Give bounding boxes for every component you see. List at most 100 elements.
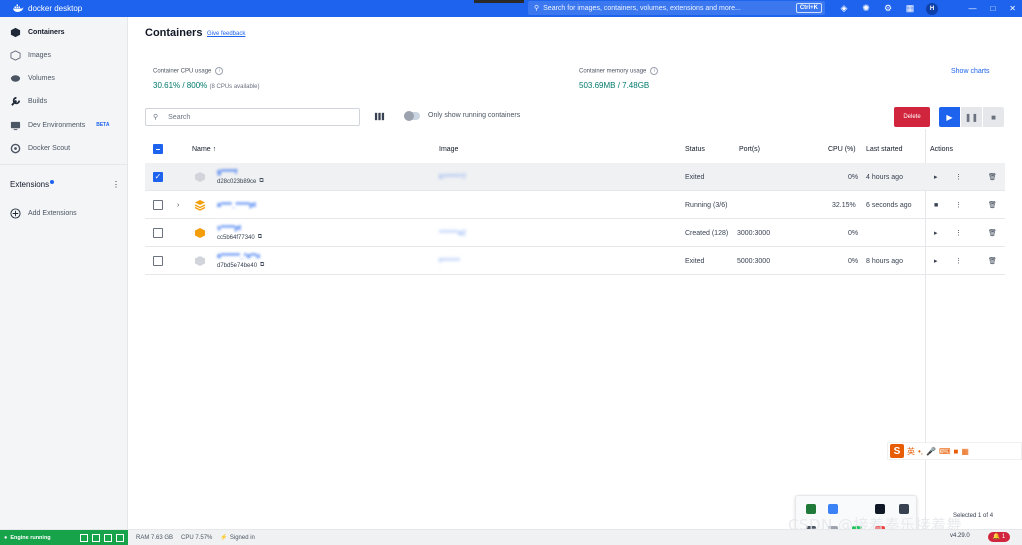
sidebar-divider [0, 164, 128, 165]
copy-icon[interactable]: ⧉ [258, 234, 262, 241]
tray-app-icon[interactable] [828, 504, 838, 514]
row-stop-icon[interactable]: ■ [934, 191, 938, 219]
engine-pause-icon[interactable] [92, 533, 100, 542]
ime-tools-icon[interactable]: ▦ [961, 447, 969, 456]
copy-icon[interactable]: ⧉ [260, 262, 264, 269]
ime-toolbar[interactable]: S 英 •, 🎤 ⌨ ■ ▦ [887, 442, 1022, 460]
settings-gear-icon[interactable]: ⚙ [882, 3, 894, 15]
start-button[interactable]: ▶ [939, 107, 960, 127]
extensions-more-icon[interactable]: ⋮ [112, 180, 120, 189]
avatar[interactable]: H [926, 2, 938, 15]
ime-language[interactable]: 英 [907, 446, 915, 457]
info-icon[interactable]: i [215, 67, 224, 75]
sidebar-item-builds[interactable]: Builds [0, 91, 128, 111]
column-header-name[interactable]: Name ↑ [192, 137, 216, 161]
container-name-link[interactable]: a*******_*a**u [217, 253, 264, 260]
table-row[interactable]: s*****pt cc5b64f77340 ⧉ *******a2 Created… [145, 219, 1005, 247]
sidebar-item-label: Builds [28, 97, 48, 105]
tray-app-icon[interactable] [806, 504, 816, 514]
notifications-badge[interactable]: 🔔 1 [988, 532, 1010, 542]
only-running-toggle[interactable] [404, 111, 420, 121]
sidebar-item-dev-environments[interactable]: Dev Environments BETA [0, 115, 128, 135]
dev-environments-icon [10, 121, 21, 130]
column-header-image[interactable]: Image [439, 137, 458, 161]
engine-play-icon[interactable] [80, 533, 88, 542]
add-circle-icon [10, 207, 21, 219]
sidebar-item-label: Dev Environments [28, 121, 86, 129]
sidebar-item-volumes[interactable]: Volumes [0, 68, 128, 88]
maximize-icon[interactable]: □ [990, 4, 995, 13]
row-more-icon[interactable]: ⋮ [955, 191, 962, 219]
container-grey-icon [194, 247, 206, 275]
container-id: cc5b64f77340 [217, 234, 255, 241]
row-checkbox[interactable] [153, 219, 163, 247]
add-extensions-button[interactable]: Add Extensions [0, 203, 128, 223]
row-checkbox[interactable] [153, 191, 163, 219]
container-name-link[interactable]: g*****f [217, 169, 264, 176]
ports-link[interactable]: 5000:3000 [737, 247, 770, 275]
columns-icon[interactable] [374, 111, 385, 122]
row-delete-icon[interactable]: 🗑 [988, 219, 997, 247]
global-search-input[interactable]: ⚲ Search for images, containers, volumes… [528, 1, 825, 15]
row-more-icon[interactable]: ⋮ [955, 163, 962, 191]
container-name-link[interactable]: s*****pt [217, 225, 262, 232]
sidebar-item-images[interactable]: Images [0, 45, 128, 65]
info-icon[interactable]: i [650, 67, 659, 75]
close-icon[interactable]: ✕ [1009, 4, 1016, 13]
version-label: v4.29.0 [950, 533, 970, 539]
delete-button[interactable]: Delete [894, 107, 930, 127]
select-all-checkbox[interactable] [153, 137, 163, 161]
container-name-link[interactable]: a****_*****pt [217, 202, 256, 209]
expand-chevron-icon[interactable]: › [177, 191, 179, 219]
image-link[interactable]: f******* [439, 258, 460, 265]
row-more-icon[interactable]: ⋮ [955, 247, 962, 275]
extensions-bug-icon[interactable]: ✺ [860, 3, 872, 15]
column-header-last-started[interactable]: Last started [866, 137, 903, 161]
tray-app-icon[interactable] [875, 504, 885, 514]
stop-button[interactable]: ■ [983, 107, 1004, 127]
ports-link[interactable]: 3000:3000 [737, 219, 770, 247]
image-link[interactable]: h*******7 [439, 174, 466, 181]
column-header-ports[interactable]: Port(s) [739, 137, 760, 161]
container-name-cell: a*******_*a**u d7bd5e74be40 ⧉ [217, 247, 264, 275]
table-row[interactable]: a*******_*a**u d7bd5e74be40 ⧉ f******* Ex… [145, 247, 1005, 275]
learning-center-icon[interactable]: ◈ [838, 3, 850, 15]
row-checkbox[interactable]: ✓ [153, 163, 163, 191]
row-play-icon[interactable]: ▸ [934, 219, 938, 247]
row-delete-icon[interactable]: 🗑 [988, 163, 997, 191]
tray-app-icon[interactable] [899, 504, 909, 514]
image-cell: *******a2 [439, 219, 466, 247]
row-delete-icon[interactable]: 🗑 [988, 247, 997, 275]
column-header-cpu[interactable]: CPU (%) [828, 137, 856, 161]
status-bar: ● Engine running RAM 7.63 GB CPU 7.57% ⚡… [0, 529, 1022, 545]
row-play-icon[interactable]: ▸ [934, 247, 938, 275]
row-play-icon[interactable]: ▸ [934, 163, 938, 191]
ime-keyboard-icon[interactable]: ⌨ [939, 447, 951, 456]
row-checkbox[interactable] [153, 247, 163, 275]
add-extensions-label: Add Extensions [28, 209, 77, 217]
engine-power-icon[interactable] [116, 533, 124, 542]
container-name-cell: a****_*****pt [217, 191, 256, 219]
copy-icon[interactable]: ⧉ [259, 178, 263, 185]
container-search-input[interactable]: ⚲ Search [145, 108, 360, 126]
sidebar-item-docker-scout[interactable]: Docker Scout [0, 138, 128, 158]
sidebar-item-containers[interactable]: Containers [0, 22, 128, 42]
table-row[interactable]: ✓ g*****f d28c023b89ce ⧉ h*******7 Exited… [145, 163, 1005, 191]
table-row[interactable]: › a****_*****pt Running (3/6) 32.15% 6 s… [145, 191, 1005, 219]
grid-apps-icon[interactable]: ▦ [904, 3, 916, 15]
image-link[interactable]: *******a2 [439, 230, 466, 237]
engine-status[interactable]: ● Engine running [0, 529, 128, 545]
ime-skin-icon[interactable]: ■ [954, 447, 959, 456]
row-more-icon[interactable]: ⋮ [955, 219, 962, 247]
column-header-status[interactable]: Status [685, 137, 705, 161]
ime-mic-icon[interactable]: 🎤 [926, 447, 936, 456]
ime-punct-icon[interactable]: •, [918, 447, 923, 456]
row-delete-icon[interactable]: 🗑 [988, 191, 997, 219]
last-started-cell: 6 seconds ago [866, 201, 912, 209]
beta-badge: BETA [96, 122, 110, 128]
give-feedback-link[interactable]: Give feedback [207, 31, 245, 37]
minimize-icon[interactable]: — [968, 4, 976, 13]
engine-restart-icon[interactable] [104, 533, 112, 542]
show-charts-link[interactable]: Show charts [951, 68, 990, 75]
pause-button[interactable]: ❚❚ [961, 107, 982, 127]
